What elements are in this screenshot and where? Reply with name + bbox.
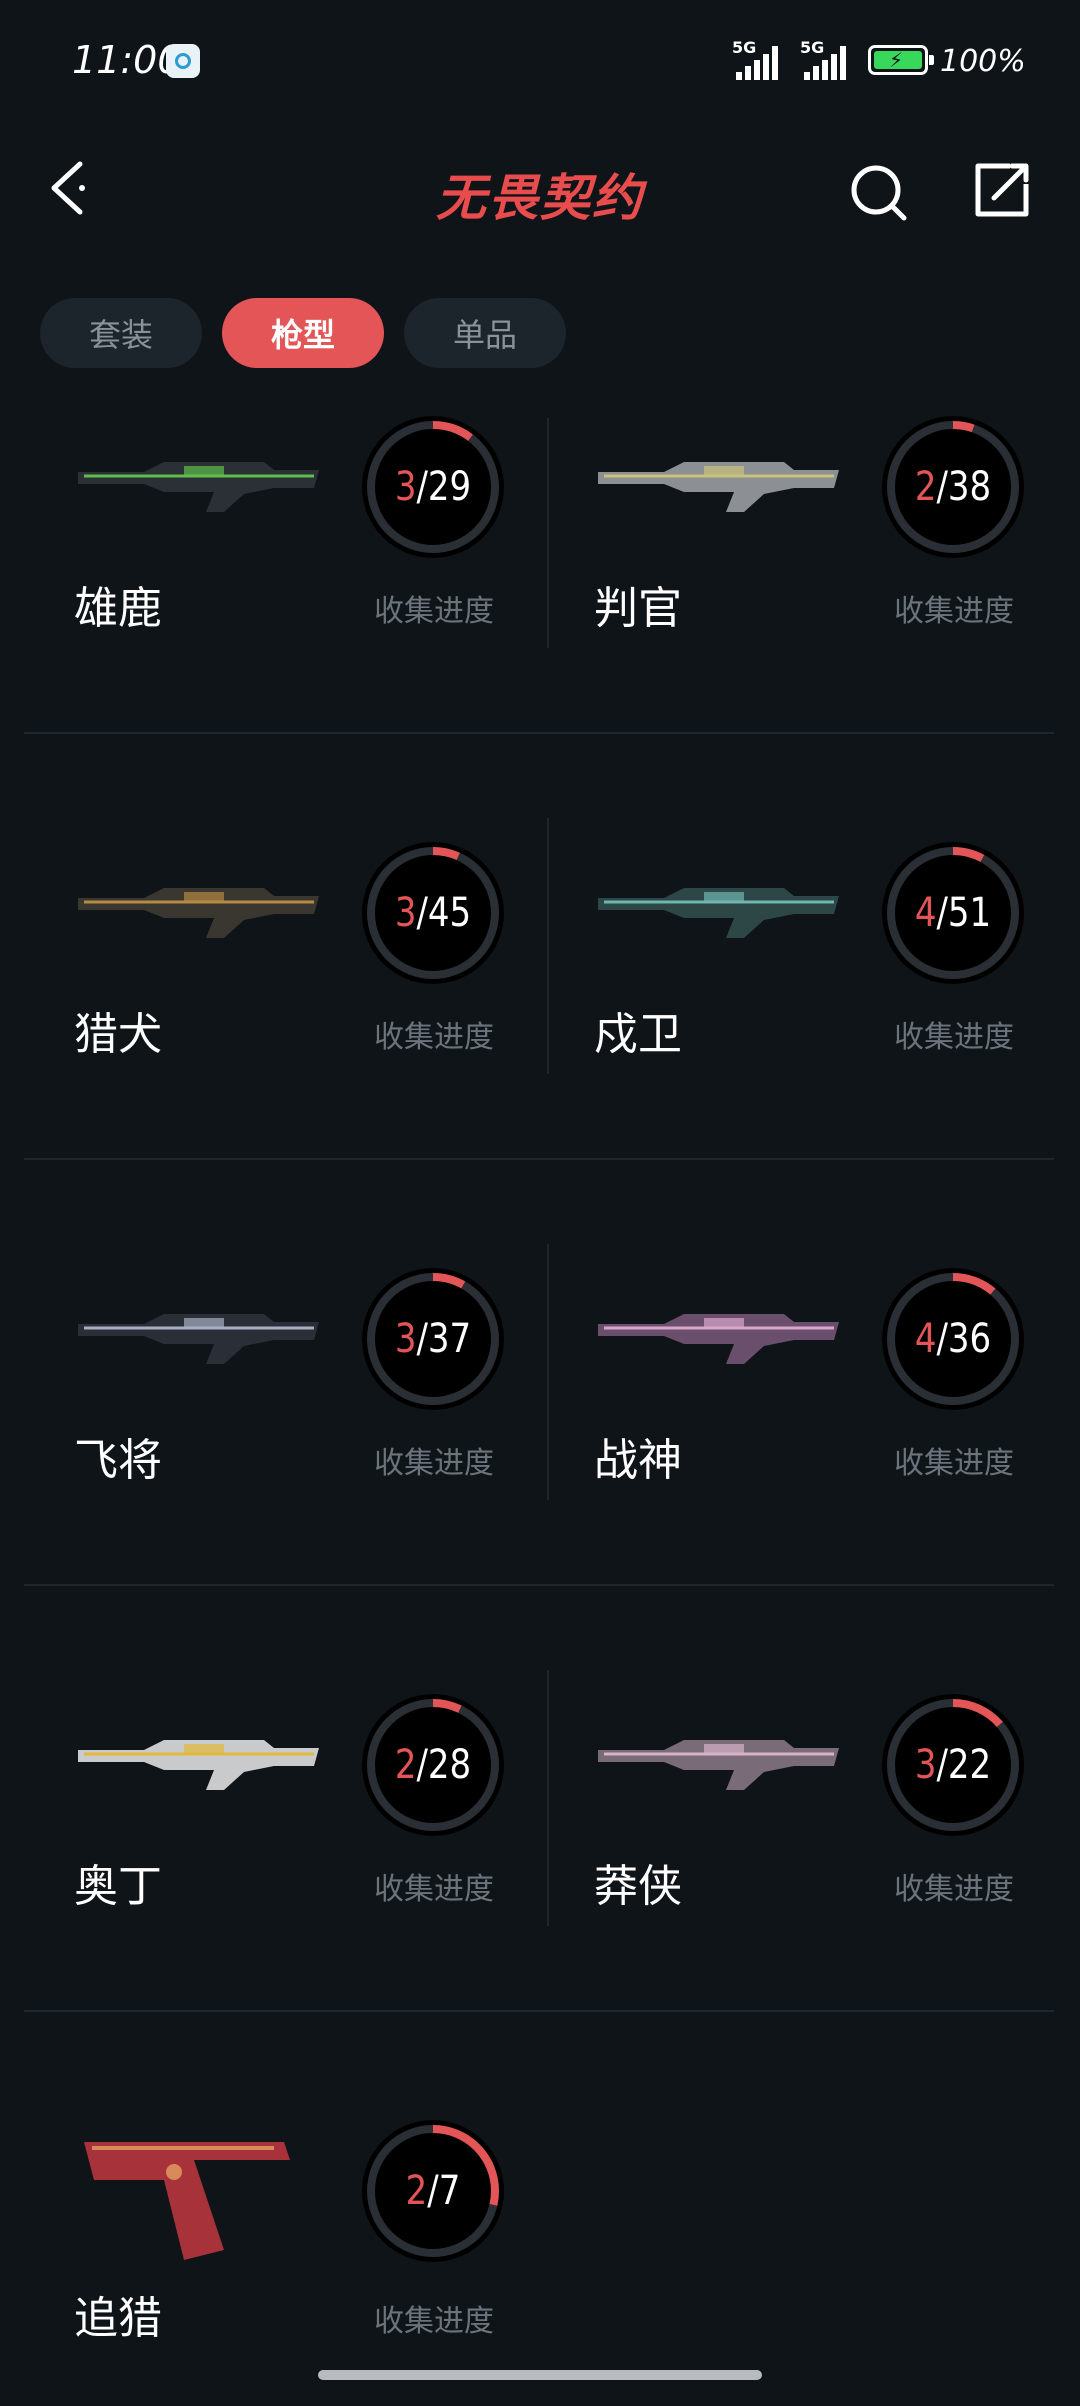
progress-current: 4 [914, 1316, 937, 1362]
progress-current: 4 [914, 890, 937, 936]
status-bar: 11:00 5G 5G ⚡ 100% [0, 0, 1080, 120]
weapon-name: 奥丁 [74, 1861, 162, 1912]
weapon-image [594, 432, 844, 522]
tab-set[interactable]: 套装 [40, 298, 202, 368]
weapon-name: 飞将 [74, 1435, 162, 1486]
weapon-image [74, 1284, 324, 1374]
progress-label: 收集进度 [374, 2304, 494, 2339]
progress-label: 收集进度 [894, 1872, 1014, 1907]
weapon-name: 戍卫 [594, 1009, 682, 1060]
weapon-image [74, 858, 324, 948]
weapon-name: 判官 [594, 583, 682, 634]
weapon-name: 猎犬 [74, 1009, 162, 1060]
app-notification-icon [166, 44, 200, 78]
tab-weapon-type[interactable]: 枪型 [222, 298, 384, 368]
weapon-card[interactable]: 战神 4/36 收集进度 [544, 1254, 1059, 1680]
progress-count: 3/29 [394, 464, 472, 510]
page-title: 无畏契约 [436, 169, 644, 227]
progress-total: 29 [427, 464, 472, 510]
weapon-name: 追猎 [74, 2293, 162, 2344]
weapon-name: 莽侠 [594, 1861, 682, 1912]
progress-ring: 3/22 [882, 1694, 1024, 1836]
search-icon[interactable] [848, 160, 912, 224]
progress-current: 3 [394, 1316, 417, 1362]
battery-percent: 100% [940, 44, 1026, 79]
weapon-image [74, 2130, 324, 2270]
progress-count: 3/37 [394, 1316, 472, 1362]
tab-bar: 套装 枪型 单品 [40, 298, 566, 368]
signal-icon: 5G [800, 38, 858, 80]
progress-total: 38 [947, 464, 992, 510]
progress-count: 3/22 [914, 1742, 992, 1788]
progress-count: 2/28 [394, 1742, 472, 1788]
progress-ring: 2/38 [882, 416, 1024, 558]
progress-total: 36 [947, 1316, 992, 1362]
weapon-card[interactable]: 雄鹿 3/29 收集进度 [24, 402, 539, 828]
progress-label: 收集进度 [894, 594, 1014, 629]
progress-label: 收集进度 [374, 1020, 494, 1055]
progress-total: 37 [427, 1316, 472, 1362]
battery-icon: ⚡ [868, 45, 934, 75]
progress-current: 3 [394, 464, 417, 510]
progress-count: 2/7 [405, 2168, 461, 2214]
progress-current: 3 [394, 890, 417, 936]
weapon-image [594, 1284, 844, 1374]
progress-label: 收集进度 [894, 1020, 1014, 1055]
weapon-name: 雄鹿 [74, 583, 162, 634]
progress-current: 3 [914, 1742, 937, 1788]
progress-ring: 3/29 [362, 416, 504, 558]
weapon-image [594, 858, 844, 948]
weapon-card[interactable]: 奥丁 2/28 收集进度 [24, 1680, 539, 2106]
weapon-image [594, 1710, 844, 1800]
progress-total: 22 [947, 1742, 992, 1788]
weapon-card[interactable]: 飞将 3/37 收集进度 [24, 1254, 539, 1680]
progress-total: 51 [947, 890, 992, 936]
progress-ring: 2/7 [362, 2120, 504, 2262]
progress-current: 2 [394, 1742, 417, 1788]
progress-ring: 3/37 [362, 1268, 504, 1410]
progress-current: 2 [405, 2168, 428, 2214]
progress-ring: 2/28 [362, 1694, 504, 1836]
weapon-card[interactable]: 追猎 2/7 收集进度 [24, 2106, 539, 2406]
progress-label: 收集进度 [374, 1872, 494, 1907]
tab-item[interactable]: 单品 [404, 298, 566, 368]
progress-count: 2/38 [914, 464, 992, 510]
progress-current: 2 [914, 464, 937, 510]
weapon-image [74, 1710, 324, 1800]
weapon-card[interactable]: 猎犬 3/45 收集进度 [24, 828, 539, 1254]
weapon-card[interactable]: 判官 2/38 收集进度 [544, 402, 1059, 828]
share-icon[interactable] [970, 158, 1034, 222]
progress-total: 45 [427, 890, 472, 936]
progress-ring: 3/45 [362, 842, 504, 984]
signal-icon: 5G [732, 38, 790, 80]
progress-label: 收集进度 [374, 1446, 494, 1481]
progress-count: 4/51 [914, 890, 992, 936]
progress-label: 收集进度 [374, 594, 494, 629]
weapon-card[interactable]: 莽侠 3/22 收集进度 [544, 1680, 1059, 2106]
weapon-name: 战神 [594, 1435, 682, 1486]
progress-label: 收集进度 [894, 1446, 1014, 1481]
progress-ring: 4/51 [882, 842, 1024, 984]
progress-total: 7 [438, 2168, 461, 2214]
weapon-image [74, 432, 324, 522]
progress-count: 3/45 [394, 890, 472, 936]
home-indicator[interactable] [318, 2370, 762, 2380]
progress-ring: 4/36 [882, 1268, 1024, 1410]
progress-total: 28 [427, 1742, 472, 1788]
weapon-card[interactable]: 戍卫 4/51 收集进度 [544, 828, 1059, 1254]
progress-count: 4/36 [914, 1316, 992, 1362]
